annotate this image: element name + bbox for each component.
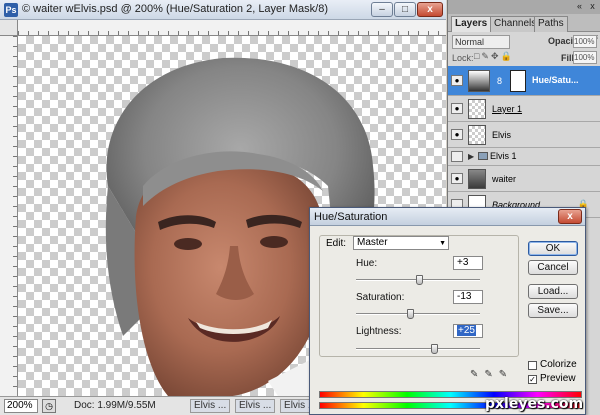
layer-row-hue-saturation[interactable]: ● 8 Hue/Satu... bbox=[448, 66, 600, 96]
cancel-button[interactable]: Cancel bbox=[528, 260, 578, 275]
ok-button[interactable]: OK bbox=[528, 241, 578, 256]
link-chain-icon[interactable]: 8 bbox=[497, 76, 502, 86]
layer-thumbnail[interactable] bbox=[468, 169, 486, 189]
expand-arrow-icon[interactable]: ▶ bbox=[468, 152, 474, 161]
hue-saturation-dialog: Hue/Saturation x Edit: Master ▼ Hue: +3 … bbox=[309, 207, 586, 415]
save-button[interactable]: Save... bbox=[528, 303, 578, 318]
saturation-input[interactable]: -13 bbox=[453, 290, 483, 304]
saturation-slider[interactable] bbox=[356, 309, 480, 319]
adjustment-group bbox=[319, 235, 519, 357]
layer-mask-thumbnail[interactable] bbox=[510, 70, 526, 92]
eyedropper-minus-icon[interactable]: ✎ bbox=[499, 369, 513, 380]
layer-row-elvis-1-group[interactable]: ▶ Elvis 1 bbox=[448, 148, 600, 166]
visibility-eye-icon[interactable]: ● bbox=[451, 75, 463, 86]
panel-header-strip[interactable]: « x bbox=[448, 0, 600, 14]
dialog-title: Hue/Saturation bbox=[314, 211, 388, 223]
vertical-ruler[interactable] bbox=[0, 36, 18, 396]
layer-thumbnail[interactable] bbox=[468, 99, 486, 119]
ruler-corner[interactable] bbox=[0, 20, 18, 36]
close-window-button[interactable]: x bbox=[417, 2, 443, 17]
visibility-eye-icon[interactable]: ● bbox=[451, 129, 463, 140]
preview-checkbox[interactable]: ✓ bbox=[528, 375, 537, 384]
layer-name[interactable]: waiter bbox=[492, 174, 516, 184]
lock-label: Lock: bbox=[452, 53, 474, 63]
colorize-checkbox[interactable] bbox=[528, 361, 537, 370]
lock-options-icons[interactable]: □✎✥🔒 bbox=[474, 51, 514, 62]
hue-slider-thumb[interactable] bbox=[415, 275, 423, 285]
document-title: © waiter wElvis.psd @ 200% (Hue/Saturati… bbox=[22, 3, 329, 15]
lightness-slider-thumb[interactable] bbox=[430, 344, 438, 354]
saturation-slider-thumb[interactable] bbox=[406, 309, 414, 319]
layer-name[interactable]: Elvis bbox=[492, 130, 511, 140]
lightness-value-selected: +25 bbox=[457, 325, 476, 336]
opacity-field[interactable]: 100% bbox=[573, 35, 597, 48]
status-info-icon[interactable]: ◷ bbox=[42, 399, 56, 413]
collapse-icon[interactable]: « bbox=[574, 1, 585, 12]
layer-row-elvis[interactable]: ● Elvis bbox=[448, 122, 600, 148]
folder-icon bbox=[478, 152, 488, 160]
watermark-logo: pxleyes.com bbox=[485, 396, 584, 412]
horizontal-ruler[interactable] bbox=[18, 20, 446, 36]
eyedropper-icon[interactable]: ✎ bbox=[470, 369, 484, 380]
colorize-label: Colorize bbox=[540, 359, 577, 370]
zoom-field[interactable]: 200% bbox=[4, 399, 38, 413]
taskbar-tabs: Elvis ... Elvis ... Elvis ... bbox=[190, 399, 322, 413]
eyedropper-tools: ✎✎✎ bbox=[470, 369, 513, 380]
lightness-input[interactable]: +25 bbox=[453, 324, 483, 338]
hue-label: Hue: bbox=[356, 258, 378, 269]
chevron-down-icon: ▼ bbox=[439, 240, 446, 247]
adjustment-thumbnail[interactable] bbox=[468, 70, 490, 92]
lightness-slider[interactable] bbox=[356, 344, 480, 354]
eyedropper-plus-icon[interactable]: ✎ bbox=[484, 369, 498, 380]
minimize-button[interactable]: – bbox=[371, 2, 393, 17]
document-titlebar[interactable]: Ps © waiter wElvis.psd @ 200% (Hue/Satur… bbox=[0, 0, 446, 20]
layer-row-layer-1[interactable]: ● Layer 1 bbox=[448, 96, 600, 122]
photoshop-app-icon: Ps bbox=[4, 3, 18, 17]
visibility-eye-icon[interactable] bbox=[451, 151, 463, 162]
document-size[interactable]: Doc: 1.99M/9.55M bbox=[74, 400, 156, 411]
panel-tab-bar: Layers Channels Paths ▸≡ bbox=[448, 14, 600, 42]
tab-channels[interactable]: Channels bbox=[490, 16, 541, 32]
dialog-titlebar[interactable]: Hue/Saturation x bbox=[310, 208, 585, 226]
layer-name[interactable]: Layer 1 bbox=[492, 104, 522, 114]
tab-paths[interactable]: Paths bbox=[534, 16, 568, 32]
close-icon[interactable]: x bbox=[587, 1, 598, 12]
blend-mode-select[interactable]: Normal bbox=[452, 35, 510, 49]
hue-slider[interactable] bbox=[356, 275, 480, 285]
edit-label: Edit: bbox=[326, 238, 347, 249]
layer-thumbnail[interactable] bbox=[468, 125, 486, 145]
saturation-label: Saturation: bbox=[356, 292, 405, 303]
layer-name[interactable]: Hue/Satu... bbox=[532, 75, 579, 85]
dialog-close-button[interactable]: x bbox=[558, 209, 582, 224]
taskbar-tab[interactable]: Elvis ... bbox=[190, 399, 231, 413]
hue-input[interactable]: +3 bbox=[453, 256, 483, 270]
edit-channel-select[interactable]: Master ▼ bbox=[353, 236, 449, 250]
layer-row-waiter[interactable]: ● waiter bbox=[448, 166, 600, 192]
load-button[interactable]: Load... bbox=[528, 284, 578, 299]
lightness-label: Lightness: bbox=[356, 326, 402, 337]
taskbar-tab[interactable]: Elvis ... bbox=[235, 399, 276, 413]
visibility-eye-icon[interactable]: ● bbox=[451, 103, 463, 114]
tab-layers[interactable]: Layers bbox=[451, 16, 492, 32]
layers-list: ● 8 Hue/Satu... ● Layer 1 ● Elvis ▶ Elvi… bbox=[448, 66, 600, 218]
maximize-button[interactable]: □ bbox=[394, 2, 416, 17]
edit-channel-value: Master bbox=[357, 237, 388, 248]
layer-name[interactable]: Elvis 1 bbox=[490, 151, 517, 161]
visibility-eye-icon[interactable]: ● bbox=[451, 173, 463, 184]
preview-label: Preview bbox=[540, 373, 576, 384]
fill-field[interactable]: 100% bbox=[573, 51, 597, 64]
